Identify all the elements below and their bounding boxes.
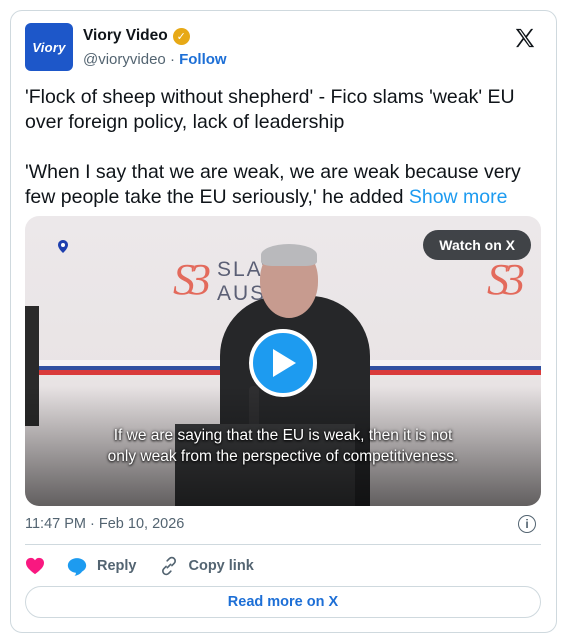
caption-line-2: only weak from the perspective of compet… — [107, 448, 459, 465]
author-name[interactable]: Viory Video — [83, 27, 168, 45]
read-more-button[interactable]: Read more on X — [25, 586, 541, 618]
reply-button[interactable]: Reply — [67, 557, 137, 576]
play-icon — [273, 349, 296, 377]
heart-icon — [26, 557, 44, 575]
post-paragraph-1: 'Flock of sheep without shepherd' - Fico… — [25, 86, 515, 133]
event-logo-right: S3 — [487, 255, 525, 304]
copy-link-label: Copy link — [188, 558, 254, 574]
reply-bubble-icon — [67, 557, 87, 576]
caption-line-1: If we are saying that the EU is weak, th… — [113, 427, 453, 444]
x-logo-icon[interactable] — [510, 23, 540, 53]
watch-on-x-button[interactable]: Watch on X — [423, 230, 531, 260]
copy-link-button[interactable]: Copy link — [159, 556, 254, 576]
like-button[interactable] — [25, 557, 45, 575]
separator-dot: · — [169, 51, 175, 68]
author-handle[interactable]: @vioryvideo — [83, 51, 166, 68]
author-name-row: Viory Video ✓ — [83, 27, 190, 45]
avatar[interactable]: Viory — [25, 23, 73, 71]
show-more-link[interactable]: Show more — [409, 186, 508, 208]
timestamp[interactable]: 11:47 PM · Feb 10, 2026 — [25, 516, 184, 532]
play-button[interactable] — [249, 329, 317, 397]
reply-label: Reply — [97, 558, 137, 574]
video-player[interactable]: S3 SLAV AUST Z S3 If we are saying that … — [25, 216, 541, 506]
post-paragraph-2: 'When I say that we are weak, we are wea… — [25, 160, 547, 210]
link-icon — [161, 556, 176, 576]
post-text: 'Flock of sheep without shepherd' - Fico… — [25, 85, 547, 210]
action-bar: Reply Copy link — [25, 555, 276, 577]
speaker-hair — [261, 244, 317, 266]
handle-row: @vioryvideo · Follow — [83, 51, 227, 68]
follow-button[interactable]: Follow — [179, 51, 227, 68]
verified-badge-icon: ✓ — [172, 27, 190, 45]
embedded-post-card: Viory Viory Video ✓ @vioryvideo · Follow… — [10, 10, 557, 633]
info-icon[interactable]: i — [518, 515, 536, 533]
video-caption: If we are saying that the EU is weak, th… — [25, 425, 541, 467]
event-logo-left: S3 — [173, 255, 211, 304]
divider — [25, 544, 541, 545]
location-pin-icon — [58, 240, 68, 253]
